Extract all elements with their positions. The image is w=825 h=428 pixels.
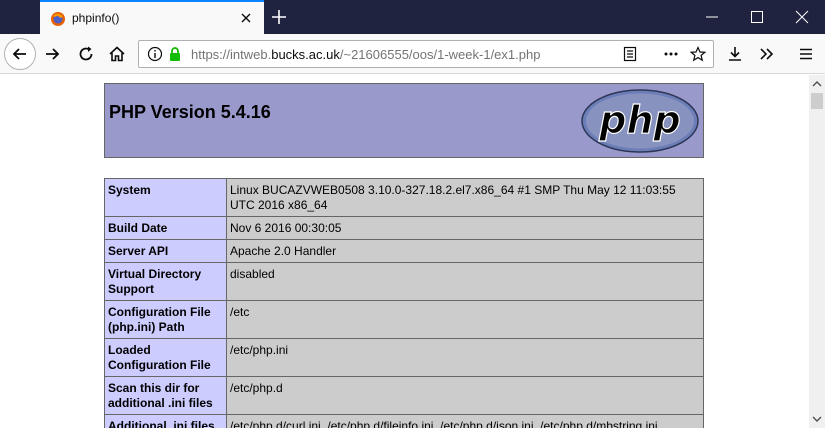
tab-strip: phpinfo()	[0, 0, 825, 34]
url-path: /~21606555/oos/1-week-1/ex1.php	[339, 47, 541, 62]
navigation-toolbar: https://intweb.bucks.ac.uk/~21606555/oos…	[0, 34, 825, 74]
forward-arrow-icon	[46, 48, 60, 60]
overflow-chevrons-icon	[760, 48, 774, 60]
url-host: bucks.ac.uk	[271, 47, 340, 62]
window-close-icon[interactable]	[795, 10, 809, 24]
tab-title: phpinfo()	[72, 11, 120, 25]
forward-button[interactable]	[40, 42, 64, 66]
table-row: Build Date Nov 6 2016 00:30:05	[104, 216, 704, 240]
row-value: /etc	[226, 300, 704, 339]
row-value: disabled	[226, 262, 704, 301]
close-icon[interactable]	[238, 10, 254, 26]
row-label: Configuration File (php.ini) Path	[104, 300, 227, 339]
maximize-icon[interactable]	[750, 10, 764, 24]
row-value: /etc/php.d/curl.ini, /etc/php.d/fileinfo…	[226, 414, 704, 428]
firefox-app-icon	[51, 12, 65, 26]
row-label: Build Date	[104, 216, 227, 240]
scroll-up-arrow-icon[interactable]	[812, 79, 822, 89]
page-title: PHP Version 5.4.16	[109, 102, 271, 122]
hamburger-menu-icon	[800, 48, 812, 60]
downloads-button[interactable]	[723, 42, 747, 66]
phpinfo-table: System Linux BUCAZVWEB0508 3.10.0-327.18.…	[104, 178, 704, 428]
row-label: Virtual Directory Support	[104, 262, 227, 301]
row-label: System	[104, 178, 227, 217]
back-button[interactable]	[4, 38, 36, 70]
row-label: Server API	[104, 239, 227, 263]
minimize-icon[interactable]	[705, 10, 719, 24]
row-value: /etc/php.d	[226, 376, 704, 415]
bookmark-star-icon[interactable]	[690, 46, 706, 62]
table-row: Loaded Configuration File/etc/php.ini	[104, 338, 704, 377]
table-row: Server API Apache 2.0 Handler	[104, 239, 704, 263]
table-row: Scan this dir for additional .ini files /…	[104, 376, 704, 415]
scrollbar-thumb[interactable]	[811, 93, 823, 109]
row-label: Scan this dir for additional .ini files	[104, 376, 227, 415]
vertical-scrollbar[interactable]	[809, 75, 825, 428]
reload-button[interactable]	[74, 42, 98, 66]
row-value: /etc/php.ini	[226, 338, 704, 377]
php-logo-icon: php	[581, 89, 699, 153]
row-value: Apache 2.0 Handler	[226, 239, 704, 263]
phpinfo-table-body: System Linux BUCAZVWEB0508 3.10.0-327.18.…	[104, 178, 704, 428]
home-button[interactable]	[105, 42, 129, 66]
table-row: Virtual Directory Support disabled	[104, 262, 704, 301]
page-actions-icon[interactable]	[663, 46, 679, 62]
url-text[interactable]: https://intweb.bucks.ac.uk/~21606555/oos…	[191, 47, 540, 62]
tab-phpinfo[interactable]: phpinfo()	[40, 0, 264, 34]
table-row: Additional .ini files/etc/php.d/curl.ini…	[104, 414, 704, 428]
reader-view-icon[interactable]	[622, 46, 638, 62]
table-row: Configuration File (php.ini) Path/etc	[104, 300, 704, 339]
row-value: Linux BUCAZVWEB0508 3.10.0-327.18.2.el7.…	[226, 178, 704, 217]
row-label: Loaded Configuration File	[104, 338, 227, 377]
row-value: Nov 6 2016 00:30:05	[226, 216, 704, 240]
url-bar[interactable]: https://intweb.bucks.ac.uk/~21606555/oos…	[138, 40, 714, 68]
home-icon	[109, 46, 125, 62]
row-label: Additional .ini files	[104, 414, 227, 428]
table-row: System Linux BUCAZVWEB0508 3.10.0-327.18.…	[104, 178, 704, 217]
php-version-header: PHP Version 5.4.16 php	[104, 83, 704, 158]
overflow-button[interactable]	[755, 42, 779, 66]
page-content: PHP Version 5.4.16 php System Linux BUCAZ…	[0, 75, 809, 428]
php-logo-text: php	[598, 98, 680, 142]
new-tab-plus-icon[interactable]	[270, 8, 288, 26]
url-prefix: https://intweb.	[191, 47, 272, 62]
reload-icon	[79, 46, 93, 61]
info-icon[interactable]	[147, 46, 163, 62]
lock-icon[interactable]	[167, 46, 183, 62]
scroll-down-arrow-icon[interactable]	[812, 414, 822, 424]
download-icon	[729, 47, 741, 61]
back-arrow-icon	[12, 48, 26, 60]
menu-button[interactable]	[794, 42, 818, 66]
